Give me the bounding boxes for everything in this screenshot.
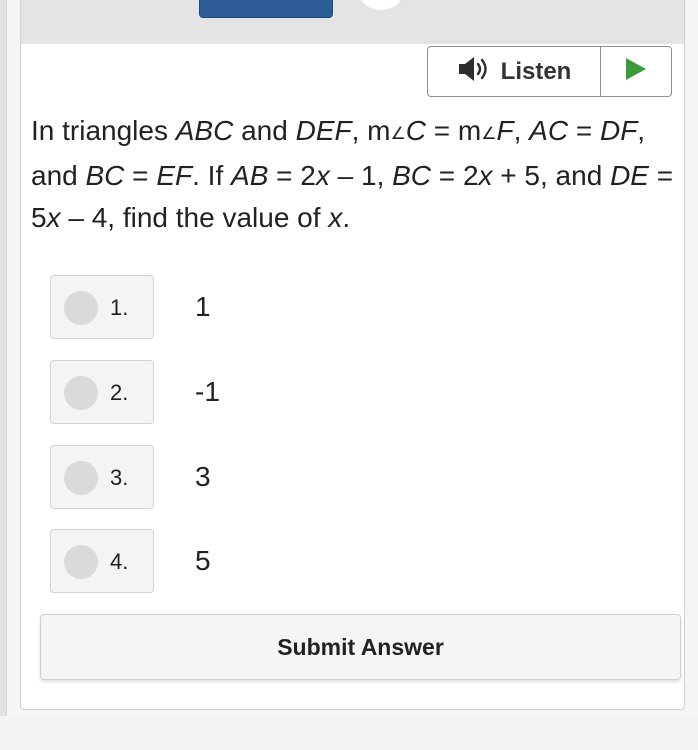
question-var: DF [599,115,638,146]
top-circle-button[interactable] [358,0,404,10]
question-var: F [496,115,514,146]
radio-button[interactable] [64,545,98,579]
question-fragment: + 5, and [492,160,611,191]
choice-value: 5 [195,545,211,576]
play-button[interactable] [601,47,671,96]
question-text: In triangles ABC and DEF, m∠C = m∠F, AC … [31,110,681,239]
answer-choice-3: 3. 3 [50,445,350,509]
choice-number: 4. [110,549,129,574]
question-var: AB [231,160,269,191]
angle-symbol: ∠ [481,124,497,143]
radio-button[interactable] [64,376,98,410]
radio-button[interactable] [64,291,98,325]
listen-label: Listen [500,57,572,85]
choice-value: -1 [195,376,220,407]
question-fragment: = [568,115,600,146]
angle-symbol: ∠ [390,124,406,143]
choice-value: 1 [195,291,211,322]
choice-3-button[interactable]: 3. [50,445,154,509]
question-fragment: . If [192,160,232,191]
question-var: ABC [175,115,234,146]
question-fragment: = 2 [268,160,316,191]
page-left-frame [0,0,7,716]
play-icon [625,57,647,86]
question-fragment: In triangles [31,115,176,146]
top-toolbar [21,0,684,44]
question-fragment: . [342,202,351,233]
speaker-icon [457,56,491,87]
question-var: x [46,202,61,233]
top-nav-button[interactable] [199,0,333,18]
answer-choice-4: 4. 5 [50,529,350,593]
question-fragment: – 1, [329,160,393,191]
answer-choice-1: 1. 1 [50,275,350,339]
question-var: C [405,115,426,146]
question-var: BC [85,160,125,191]
answer-choice-2: 2. -1 [50,360,350,424]
question-fragment: = 2 [431,160,479,191]
question-var: AC [529,115,569,146]
listen-button[interactable]: Listen [428,47,601,96]
question-fragment: , m [351,115,391,146]
choice-number: 3. [110,465,129,490]
choice-number: 1. [110,295,129,320]
question-var: x [328,202,343,233]
question-fragment: = [124,160,157,191]
choice-1-button[interactable]: 1. [50,275,154,339]
submit-answer-button[interactable]: Submit Answer [40,614,681,680]
question-fragment: , [513,115,530,146]
choice-4-button[interactable]: 4. [50,529,154,593]
question-var: DEF [295,115,352,146]
question-fragment: – 4, find the value of [60,202,329,233]
page-bottom-band [0,716,698,750]
question-var: EF [156,160,193,191]
question-card: Listen In triangles ABC and DEF, m∠C = m… [20,0,685,710]
question-fragment: = m [425,115,482,146]
question-var: DE [610,160,649,191]
choice-2-button[interactable]: 2. [50,360,154,424]
listen-control: Listen [427,46,672,97]
question-var: x [478,160,493,191]
radio-button[interactable] [64,461,98,495]
question-var: x [315,160,330,191]
choice-number: 2. [110,380,129,405]
question-fragment: and [233,115,296,146]
choice-value: 3 [195,461,211,492]
question-var: BC [392,160,432,191]
